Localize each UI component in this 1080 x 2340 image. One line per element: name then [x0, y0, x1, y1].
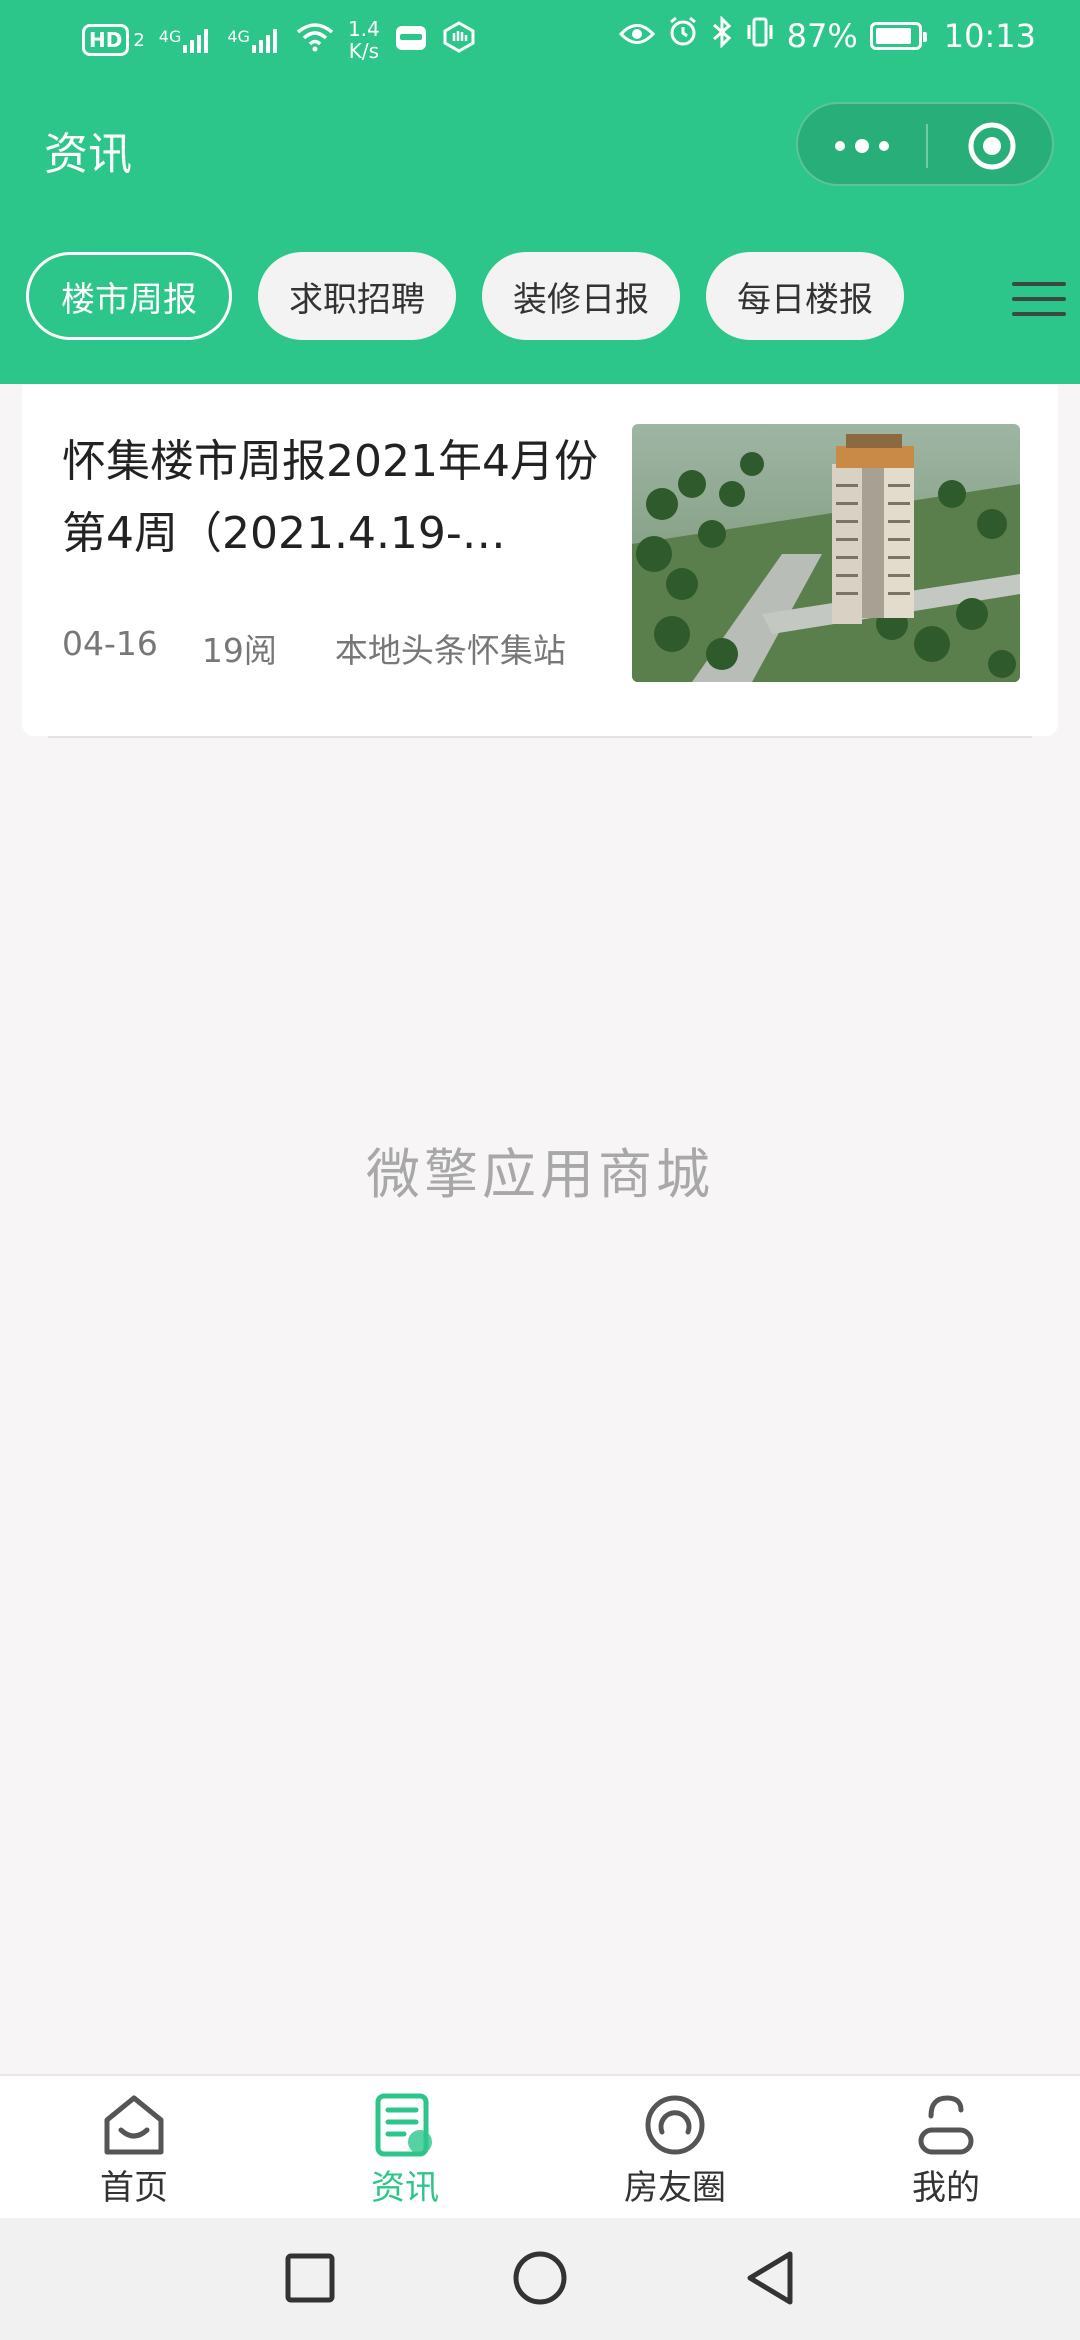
building-rendering-image: [632, 424, 1020, 682]
tabbar-label: 我的: [912, 2168, 980, 2208]
news-icon: [375, 2093, 432, 2157]
title-bar: 资讯: [0, 96, 1080, 196]
tabbar-label: 房友圈: [624, 2168, 726, 2208]
card-divider: [48, 736, 1032, 738]
watermark-text: 微擎应用商城: [366, 1143, 714, 1206]
tab-label: 楼市周报: [61, 279, 197, 320]
home-icon: [104, 2095, 164, 2155]
more-dots-icon: [835, 139, 889, 153]
article-card[interactable]: 怀集楼市周报2021年4月份第4周（2021.4.19-… 04-16 19阅 …: [22, 384, 1058, 736]
tabbar-news[interactable]: 资讯: [305, 2076, 505, 2220]
article-source: 本地头条怀集站: [334, 631, 566, 670]
recent-apps-icon[interactable]: [280, 2248, 340, 2308]
article-list: 怀集楼市周报2021年4月份第4周（2021.4.19-… 04-16 19阅 …: [0, 384, 1080, 2074]
status-right: 87% 10:13: [618, 15, 1036, 56]
eye-icon: [618, 17, 655, 55]
tabbar-profile[interactable]: 我的: [846, 2076, 1046, 2220]
vibrate-icon: [745, 16, 775, 56]
hd-sub: 2: [133, 29, 145, 51]
status-left: HD 2 4G 4G 1.4 K/s: [82, 18, 476, 62]
tabbar-label: 资讯: [371, 2168, 439, 2208]
more-button[interactable]: [798, 104, 926, 188]
hand-icon: [442, 21, 476, 59]
mini-program-capsule: [796, 102, 1054, 186]
tower-shape: [832, 434, 914, 624]
network-label-1: 4G: [158, 27, 182, 46]
wifi-icon: [296, 22, 334, 58]
bluetooth-icon: [711, 15, 733, 56]
tab-2[interactable]: 装修日报: [482, 252, 680, 340]
tabbar-label: 首页: [100, 2168, 168, 2208]
tab-label: 每日楼报: [737, 279, 873, 320]
home-circle-icon[interactable]: [510, 2248, 570, 2308]
article-title: 怀集楼市周报2021年4月份第4周（2021.4.19-…: [62, 436, 598, 559]
tabbar-circle[interactable]: 房友圈: [575, 2076, 775, 2220]
page-title: 资讯: [44, 129, 132, 180]
bottom-tabbar: 首页 资讯 房友圈 我的: [0, 2074, 1080, 2218]
network-speed: 1.4 K/s: [348, 18, 380, 62]
speed-unit: K/s: [348, 39, 379, 63]
app-header: HD 2 4G 4G 1.4 K/s 87% 10:13 资讯 楼市周报 求职招…: [0, 0, 1080, 384]
category-tabs: 楼市周报 求职招聘 装修日报 每日楼报: [0, 252, 1080, 344]
clock: 10:13: [943, 17, 1036, 55]
tab-0[interactable]: 楼市周报: [26, 252, 232, 340]
back-triangle-icon[interactable]: [740, 2248, 800, 2308]
article-reads: 19阅: [201, 631, 277, 670]
status-bar: HD 2 4G 4G 1.4 K/s 87% 10:13: [0, 0, 1080, 82]
battery-icon: [869, 22, 927, 50]
article-date: 04-16: [62, 624, 158, 663]
profile-icon: [918, 2095, 974, 2155]
tab-label: 求职招聘: [289, 279, 425, 320]
tabbar-home[interactable]: 首页: [34, 2076, 234, 2220]
tab-1[interactable]: 求职招聘: [258, 252, 456, 340]
hd-badge: HD: [82, 24, 130, 56]
speed-value: 1.4: [347, 17, 380, 41]
tab-label: 装修日报: [513, 279, 649, 320]
signal-icon-1: 4G: [159, 27, 214, 53]
tab-3[interactable]: 每日楼报: [706, 252, 904, 340]
huawei-app-icon: [394, 22, 428, 58]
system-nav-bar: [0, 2218, 1080, 2340]
article-meta: 04-16 19阅 本地头条怀集站: [62, 624, 566, 672]
target-close-icon: [968, 122, 1016, 170]
circle-icon: [645, 2095, 705, 2155]
menu-icon[interactable]: [1012, 282, 1066, 318]
close-button[interactable]: [928, 104, 1056, 188]
network-label-2: 4G: [227, 27, 250, 46]
alarm-icon: [667, 16, 699, 56]
signal-icon-2: 4G: [227, 27, 282, 53]
battery-percent: 87%: [786, 17, 858, 55]
